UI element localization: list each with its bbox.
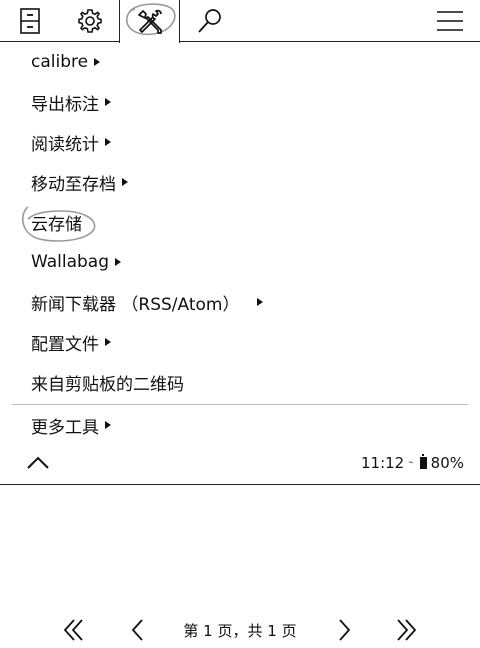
gear-icon [78,9,102,33]
tab-filing-cabinet[interactable] [0,0,60,42]
tab-search[interactable] [180,0,240,42]
tab-tools[interactable] [119,0,180,43]
pagination: 第 1 页，共 1 页 [0,608,480,648]
submenu-arrow-icon [105,138,111,146]
menu-item-wallabag[interactable]: Wallabag [31,242,122,282]
menu-item-profiles[interactable]: 配置文件 [31,322,111,362]
menu-item-label: 配置文件 [31,334,99,355]
submenu-arrow-icon [94,58,101,66]
submenu-arrow-icon [105,338,111,346]
submenu-arrow-icon [257,298,264,306]
tab-bar [0,0,480,43]
menu-item-news-downloader[interactable]: 新闻下载器 （RSS/Atom） [31,282,264,322]
menu-item-label: 移动至存档 [31,174,116,195]
menu-item-label: 来自剪贴板的二维码 [31,374,184,395]
submenu-arrow-icon [105,98,111,106]
battery-level: 80% [430,454,464,472]
tools-icon [137,9,162,34]
submenu-arrow-icon [105,421,111,429]
filing-cabinet-icon [20,8,40,34]
menu-item-label: Wallabag [31,252,110,272]
status-bar: 11:12 ⌁ 80% [0,443,480,485]
submenu-arrow-icon [115,258,122,266]
next-page-icon[interactable] [330,616,358,644]
menu-item-label: 新闻下载器 （RSS/Atom） [31,294,240,315]
menu-item-calibre[interactable]: calibre [31,42,101,82]
menu-item-more-tools[interactable]: 更多工具 [31,405,111,445]
hamburger-icon [437,11,463,31]
menu-item-label: 导出标注 [31,94,99,115]
last-page-icon[interactable] [392,616,420,644]
menu-item-move-to-archive[interactable]: 移动至存档 [31,162,128,202]
menu-item-label: 阅读统计 [31,134,99,155]
menu-item-reading-stats[interactable]: 阅读统计 [31,122,111,162]
tab-settings[interactable] [60,0,120,42]
search-icon [198,9,221,33]
tab-menu[interactable] [420,0,480,42]
submenu-arrow-icon [122,178,128,186]
menu-item-label: calibre [31,52,89,72]
menu-item-label: 更多工具 [31,417,99,438]
annotation-circle-icon [21,206,96,242]
chevron-up-icon[interactable] [26,453,50,471]
status-info: 11:12 ⌁ 80% [361,454,464,472]
menu-item-export-highlights[interactable]: 导出标注 [31,82,111,122]
wifi-off-icon: ⌁ [408,458,414,468]
menu-item-qr-from-clipboard[interactable]: 来自剪贴板的二维码 [31,362,184,402]
clock: 11:12 [361,454,405,472]
battery-icon [419,454,427,469]
